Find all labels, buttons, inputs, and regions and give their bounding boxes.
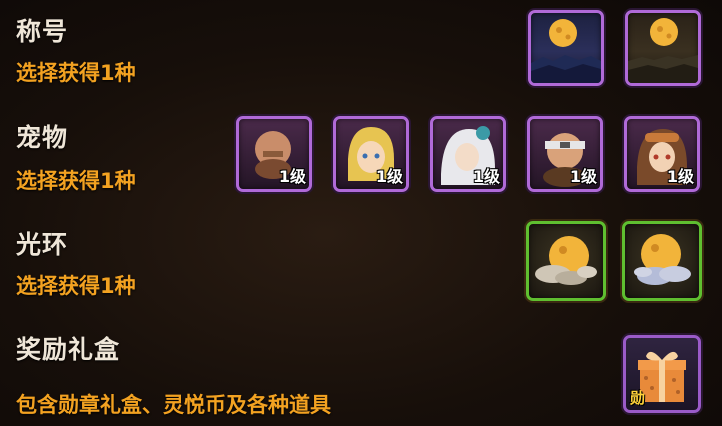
pet-option-1[interactable]: 1级 — [236, 116, 312, 192]
title-option-dusk-moon[interactable] — [625, 10, 701, 86]
pet-level-label: 1级 — [375, 167, 403, 186]
pet-option-2[interactable]: 1级 — [333, 116, 409, 192]
gift-box-item[interactable]: 勋 — [623, 335, 701, 413]
section-desc-titles: 选择获得1种 — [16, 61, 136, 85]
pet-option-5[interactable]: 1级 — [624, 116, 700, 192]
moon-cloud-aura-icon — [634, 234, 691, 285]
section-title-gift: 奖励礼盒 — [16, 335, 121, 364]
pet-option-3[interactable]: 1级 — [430, 116, 506, 192]
section-desc-gift: 包含勋章礼盒、灵悦币及各种道具 — [16, 393, 331, 417]
pet-level-label: 1级 — [569, 167, 597, 186]
medal-mark-label: 勋 — [630, 389, 646, 407]
pet-level-label: 1级 — [472, 167, 500, 186]
section-desc-auras: 选择获得1种 — [16, 274, 136, 298]
pet-option-4[interactable]: 1级 — [527, 116, 603, 192]
pet-level-label: 1级 — [278, 167, 306, 186]
section-title-titles: 称号 — [16, 17, 69, 46]
section-title-auras: 光环 — [16, 230, 69, 259]
section-desc-pets: 选择获得1种 — [16, 169, 136, 193]
moon-cloud-aura-icon — [535, 236, 597, 285]
full-moon-dusk-icon — [628, 18, 698, 83]
section-title-pets: 宠物 — [16, 123, 69, 152]
pet-level-label: 1级 — [666, 167, 694, 186]
aura-option-1[interactable] — [526, 221, 606, 301]
aura-option-2[interactable] — [622, 221, 702, 301]
full-moon-night-icon — [531, 19, 601, 83]
title-option-night-moon[interactable] — [528, 10, 604, 86]
